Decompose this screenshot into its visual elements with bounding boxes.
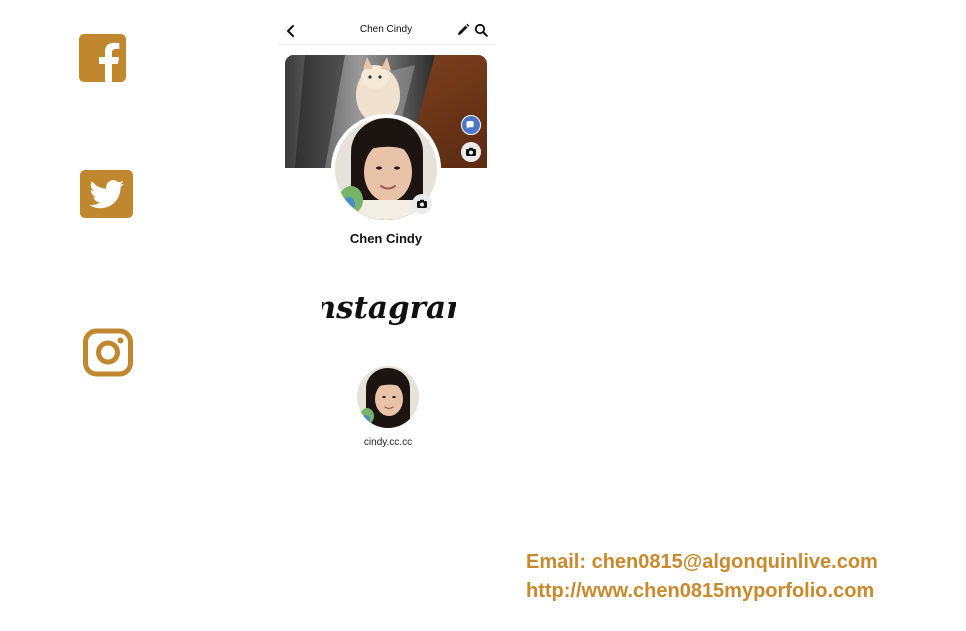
contact-email[interactable]: Email: chen0815@algonquinlive.com <box>526 551 878 574</box>
instagram-logo-text: Instagram <box>322 290 456 326</box>
instagram-icon[interactable] <box>82 328 134 377</box>
twitter-icon[interactable] <box>80 170 133 218</box>
cover-message-button[interactable] <box>461 115 481 135</box>
facebook-icon[interactable] <box>79 34 126 82</box>
facebook-profile-header: Chen Cindy <box>278 18 494 45</box>
cover-photo-camera-button[interactable] <box>461 142 481 162</box>
camera-icon <box>466 147 476 156</box>
profile-photo-camera-button[interactable] <box>412 194 432 214</box>
message-icon <box>466 120 474 129</box>
search-icon[interactable] <box>474 23 488 37</box>
contact-website-link[interactable]: http://www.chen0815myporfolio.com <box>526 580 874 603</box>
camera-icon <box>417 199 427 208</box>
profile-name: Chen Cindy <box>349 231 423 246</box>
instagram-username: cindy.cc.cc <box>363 437 413 448</box>
instagram-avatar[interactable] <box>357 366 419 428</box>
instagram-wordmark-logo: Instagram <box>322 290 456 326</box>
edit-pencil-icon[interactable] <box>456 23 470 37</box>
